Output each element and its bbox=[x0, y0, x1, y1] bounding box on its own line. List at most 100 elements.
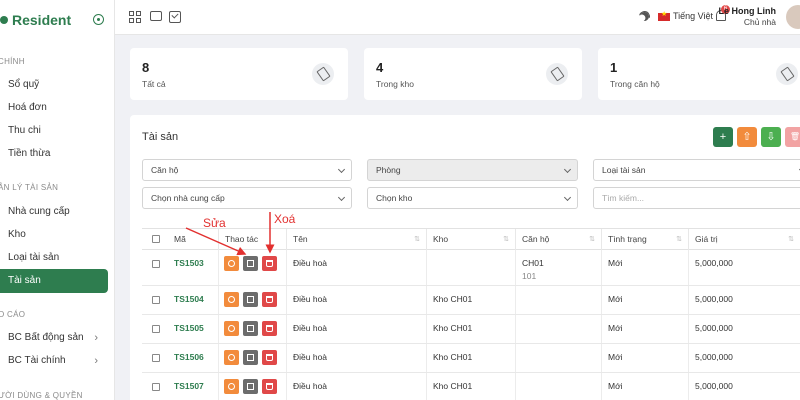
room-select[interactable]: Phòng bbox=[367, 159, 578, 181]
asset-value: 5,000,000 bbox=[688, 315, 800, 343]
asset-code[interactable]: TS1505 bbox=[168, 315, 218, 343]
search-input[interactable]: Tìm kiếm... bbox=[593, 187, 800, 209]
apartment-select[interactable]: Căn hộ bbox=[142, 159, 352, 181]
column-header-status[interactable]: Tình trạng ⇅ bbox=[601, 229, 688, 250]
move-button[interactable] bbox=[224, 350, 239, 365]
delete-button[interactable] bbox=[262, 350, 277, 365]
flag-vietnam-icon[interactable] bbox=[658, 10, 670, 21]
sidebar-toggle-icon[interactable] bbox=[93, 14, 104, 25]
checkbox-icon[interactable] bbox=[169, 11, 181, 23]
chevron-right-icon: › bbox=[94, 332, 98, 344]
avatar[interactable] bbox=[786, 5, 800, 29]
asset-warehouse: Kho CH01 bbox=[426, 373, 515, 400]
edit-button[interactable] bbox=[243, 321, 258, 336]
move-button[interactable] bbox=[224, 256, 239, 271]
asset-status: Mới bbox=[601, 315, 688, 343]
delete-button[interactable] bbox=[262, 256, 277, 271]
edit-button[interactable] bbox=[243, 350, 258, 365]
row-checkbox[interactable] bbox=[152, 325, 160, 333]
sidebar-item-label: BC Bất động sản bbox=[8, 332, 84, 343]
stat-value: 4 bbox=[376, 60, 384, 75]
asset-apartment bbox=[515, 344, 601, 372]
sidebar-item-tien-thua[interactable]: Tiền thừa bbox=[0, 143, 108, 165]
row-actions bbox=[218, 373, 286, 400]
select-value: Loại tài sản bbox=[602, 165, 646, 175]
sidebar-item-hoa-don[interactable]: Hoá đơn bbox=[0, 97, 108, 119]
delete-button[interactable] bbox=[262, 321, 277, 336]
select-value: Phòng bbox=[376, 165, 401, 175]
user-name[interactable]: Le Hong Linh bbox=[719, 6, 777, 16]
supplier-select[interactable]: Chọn nhà cung cấp bbox=[142, 187, 352, 209]
asset-code[interactable]: TS1503 bbox=[168, 250, 218, 285]
grid-icon[interactable] bbox=[129, 11, 141, 23]
column-label: Thao tác bbox=[225, 234, 259, 244]
asset-value: 5,000,000 bbox=[688, 286, 800, 314]
chat-icon[interactable] bbox=[150, 11, 162, 21]
move-button[interactable] bbox=[224, 321, 239, 336]
chevron-down-icon bbox=[563, 165, 572, 174]
asset-code[interactable]: TS1506 bbox=[168, 344, 218, 372]
edit-icon bbox=[247, 260, 254, 267]
column-header-apartment[interactable]: Căn hộ ⇅ bbox=[515, 229, 601, 250]
edit-button[interactable] bbox=[243, 292, 258, 307]
sidebar-item-tai-san[interactable]: Tài sản bbox=[0, 269, 108, 293]
sort-icon: ⇅ bbox=[788, 236, 794, 243]
row-checkbox[interactable] bbox=[152, 260, 160, 268]
edit-button[interactable] bbox=[243, 256, 258, 271]
app-logo[interactable]: Resident bbox=[0, 12, 72, 28]
select-all-checkbox[interactable] bbox=[152, 235, 160, 243]
asset-type-select[interactable]: Loại tài sản bbox=[593, 159, 800, 181]
upload-button[interactable]: ⇧ bbox=[737, 127, 757, 147]
stat-value: 8 bbox=[142, 60, 150, 75]
sidebar-item-bc-bat-dong-san[interactable]: BC Bất động sản › bbox=[0, 327, 108, 349]
sidebar-item-nha-cung-cap[interactable]: Nhà cung cấp bbox=[0, 201, 108, 223]
add-button[interactable]: + bbox=[713, 127, 733, 147]
column-label: Mã bbox=[174, 234, 186, 244]
sidebar-item-so-quy[interactable]: Sổ quỹ bbox=[0, 74, 108, 96]
sidebar-item-thu-chi[interactable]: Thu chi bbox=[0, 120, 108, 142]
download-button[interactable]: ⇩ bbox=[761, 127, 781, 147]
table-row[interactable]: TS1506 Điều hoà Kho CH01 Mới 5,000,000 bbox=[142, 344, 800, 373]
section-asset-management: ẢN LÝ TÀI SẢN bbox=[0, 183, 59, 192]
edit-button[interactable] bbox=[243, 379, 258, 394]
table-row[interactable]: TS1507 Điều hoà Kho CH01 Mới 5,000,000 bbox=[142, 373, 800, 400]
app-name: Resident bbox=[12, 12, 72, 28]
row-actions bbox=[218, 315, 286, 343]
language-selector[interactable]: Tiếng Việt bbox=[673, 11, 713, 21]
stat-label: Tất cả bbox=[142, 79, 166, 89]
asset-code[interactable]: TS1504 bbox=[168, 286, 218, 314]
sort-icon: ⇅ bbox=[414, 236, 420, 243]
chevron-down-icon bbox=[337, 193, 346, 202]
sidebar-item-kho[interactable]: Kho bbox=[0, 224, 108, 246]
move-button[interactable] bbox=[224, 292, 239, 307]
logo-icon bbox=[0, 16, 8, 24]
table-row[interactable]: TS1504 Điều hoà Kho CH01 Mới 5,000,000 bbox=[142, 286, 800, 315]
section-users-permissions: ƯỜI DÙNG & QUYỀN bbox=[0, 391, 83, 400]
move-icon bbox=[228, 325, 235, 332]
column-header-value[interactable]: Giá trị ⇅ bbox=[688, 229, 800, 250]
trash-icon bbox=[266, 296, 273, 303]
column-header-code[interactable]: Mã bbox=[168, 229, 218, 250]
move-button[interactable] bbox=[224, 379, 239, 394]
asset-value: 5,000,000 bbox=[688, 373, 800, 400]
asset-status: Mới bbox=[601, 286, 688, 314]
sidebar-item-loai-tai-san[interactable]: Loại tài sản bbox=[0, 247, 108, 269]
annotation-delete-label: Xoá bbox=[274, 212, 296, 226]
warehouse-select[interactable]: Chọn kho bbox=[367, 187, 578, 209]
table-row[interactable]: TS1503 Điều hoà CH01 101 Mới 5,000,000 bbox=[142, 250, 800, 286]
bulk-delete-button[interactable]: 🗑 bbox=[785, 127, 800, 147]
sidebar-item-bc-tai-chinh[interactable]: BC Tài chính › bbox=[0, 350, 108, 372]
asset-code[interactable]: TS1507 bbox=[168, 373, 218, 400]
row-checkbox[interactable] bbox=[152, 383, 160, 391]
delete-button[interactable] bbox=[262, 292, 277, 307]
select-value: Căn hộ bbox=[151, 165, 179, 175]
row-checkbox[interactable] bbox=[152, 354, 160, 362]
table-row[interactable]: TS1505 Điều hoà Kho CH01 Mới 5,000,000 bbox=[142, 315, 800, 344]
table-header: Mã Thao tác Tên ⇅ Kho ⇅ Căn hộ ⇅ Tình trạng… bbox=[142, 228, 800, 250]
column-header-name[interactable]: Tên ⇅ bbox=[286, 229, 426, 250]
delete-button[interactable] bbox=[262, 379, 277, 394]
column-label: Giá trị bbox=[695, 234, 718, 244]
moon-icon[interactable] bbox=[636, 8, 653, 25]
column-header-warehouse[interactable]: Kho ⇅ bbox=[426, 229, 515, 250]
row-checkbox[interactable] bbox=[152, 296, 160, 304]
